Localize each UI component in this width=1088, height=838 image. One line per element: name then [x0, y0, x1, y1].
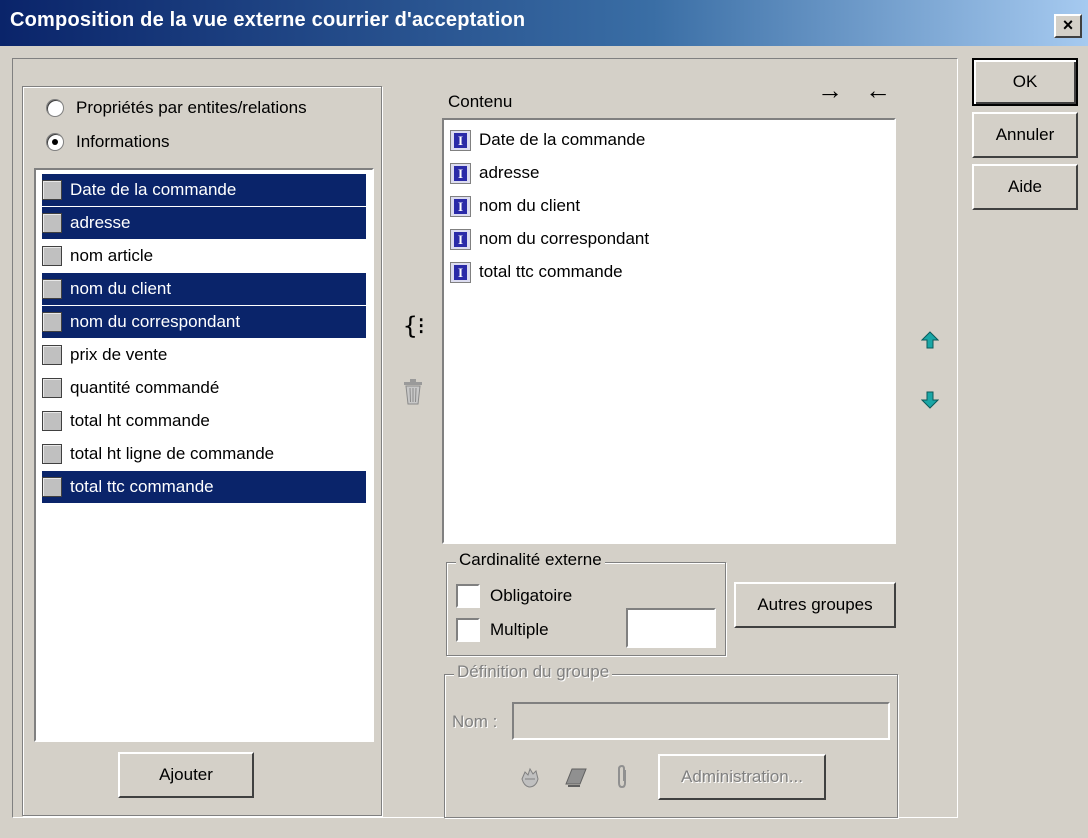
information-icon	[42, 312, 62, 332]
list-item[interactable]: Date de la commande	[42, 174, 366, 206]
ok-button[interactable]: OK	[972, 58, 1078, 106]
radio-label: Informations	[76, 132, 170, 151]
list-item[interactable]: I total ttc commande	[450, 256, 625, 288]
help-button[interactable]: Aide	[972, 164, 1078, 210]
list-item[interactable]: total ttc commande	[42, 471, 366, 503]
list-item[interactable]: nom du correspondant	[42, 306, 366, 338]
multiple-checkbox-row[interactable]: Multiple	[456, 618, 549, 642]
source-information-list[interactable]: Date de la commande adresse nom article …	[34, 168, 374, 742]
other-groups-button[interactable]: Autres groupes	[734, 582, 896, 628]
window-title: Composition de la vue externe courrier d…	[10, 9, 526, 31]
hand-icon[interactable]	[516, 762, 544, 792]
multiple-label: Multiple	[490, 620, 549, 639]
mandatory-label: Obligatoire	[490, 586, 573, 605]
radio-informations[interactable]: Informations	[46, 132, 170, 152]
information-icon	[42, 411, 62, 431]
radio-label: Propriétés par entites/relations	[76, 98, 307, 117]
information-icon	[42, 345, 62, 365]
content-label: Contenu	[448, 92, 513, 111]
information-icon	[42, 279, 62, 299]
information-icon: I	[450, 162, 471, 184]
list-item[interactable]: quantité commandé	[42, 372, 366, 404]
group-braces-icon[interactable]: {⁝	[396, 308, 432, 344]
information-icon: I	[450, 129, 471, 151]
paperclip-icon[interactable]	[608, 762, 636, 792]
close-button[interactable]: ×	[1054, 14, 1082, 38]
list-item[interactable]: adresse	[42, 207, 366, 239]
trash-icon[interactable]	[398, 376, 428, 408]
information-icon	[42, 180, 62, 200]
administration-button[interactable]: Administration...	[658, 754, 826, 800]
content-list[interactable]: I Date de la commande I adresse I nom du…	[442, 118, 896, 544]
list-item[interactable]: I adresse	[450, 157, 541, 189]
radio-entities-relations[interactable]: Propriétés par entites/relations	[46, 98, 307, 118]
up-arrow-icon[interactable]	[916, 326, 944, 354]
information-icon: I	[450, 261, 471, 283]
mandatory-checkbox[interactable]	[456, 584, 480, 608]
external-cardinality-label: Cardinalité externe	[456, 550, 605, 570]
list-item[interactable]: nom du client	[42, 273, 366, 305]
information-icon	[42, 378, 62, 398]
list-item[interactable]: I Date de la commande	[450, 124, 647, 156]
radio-button[interactable]	[46, 99, 64, 117]
mandatory-checkbox-row[interactable]: Obligatoire	[456, 584, 572, 608]
arrow-right-icon[interactable]: →	[814, 75, 846, 105]
arrow-left-icon[interactable]: ←	[862, 75, 894, 105]
group-definition-label: Définition du groupe	[454, 662, 613, 682]
list-item[interactable]: I nom du client	[450, 190, 582, 222]
group-name-input[interactable]	[512, 702, 890, 740]
information-icon	[42, 477, 62, 497]
information-icon	[42, 444, 62, 464]
title-bar: Composition de la vue externe courrier d…	[0, 0, 1088, 46]
information-icon	[42, 213, 62, 233]
add-button[interactable]: Ajouter	[118, 752, 254, 798]
notebook-icon[interactable]	[562, 762, 590, 792]
list-item[interactable]: prix de vente	[42, 339, 366, 371]
cancel-button[interactable]: Annuler	[972, 112, 1078, 158]
information-icon: I	[450, 195, 471, 217]
group-name-label: Nom :	[452, 712, 498, 731]
close-icon: ×	[1062, 15, 1074, 35]
list-item[interactable]: total ht ligne de commande	[42, 438, 366, 470]
list-item[interactable]: nom article	[42, 240, 366, 272]
list-item[interactable]: total ht commande	[42, 405, 366, 437]
multiple-checkbox[interactable]	[456, 618, 480, 642]
down-arrow-icon[interactable]	[916, 386, 944, 414]
list-item[interactable]: I nom du correspondant	[450, 223, 651, 255]
radio-button[interactable]	[46, 133, 64, 151]
information-icon	[42, 246, 62, 266]
multiple-count-input[interactable]	[626, 608, 716, 648]
information-icon: I	[450, 228, 471, 250]
